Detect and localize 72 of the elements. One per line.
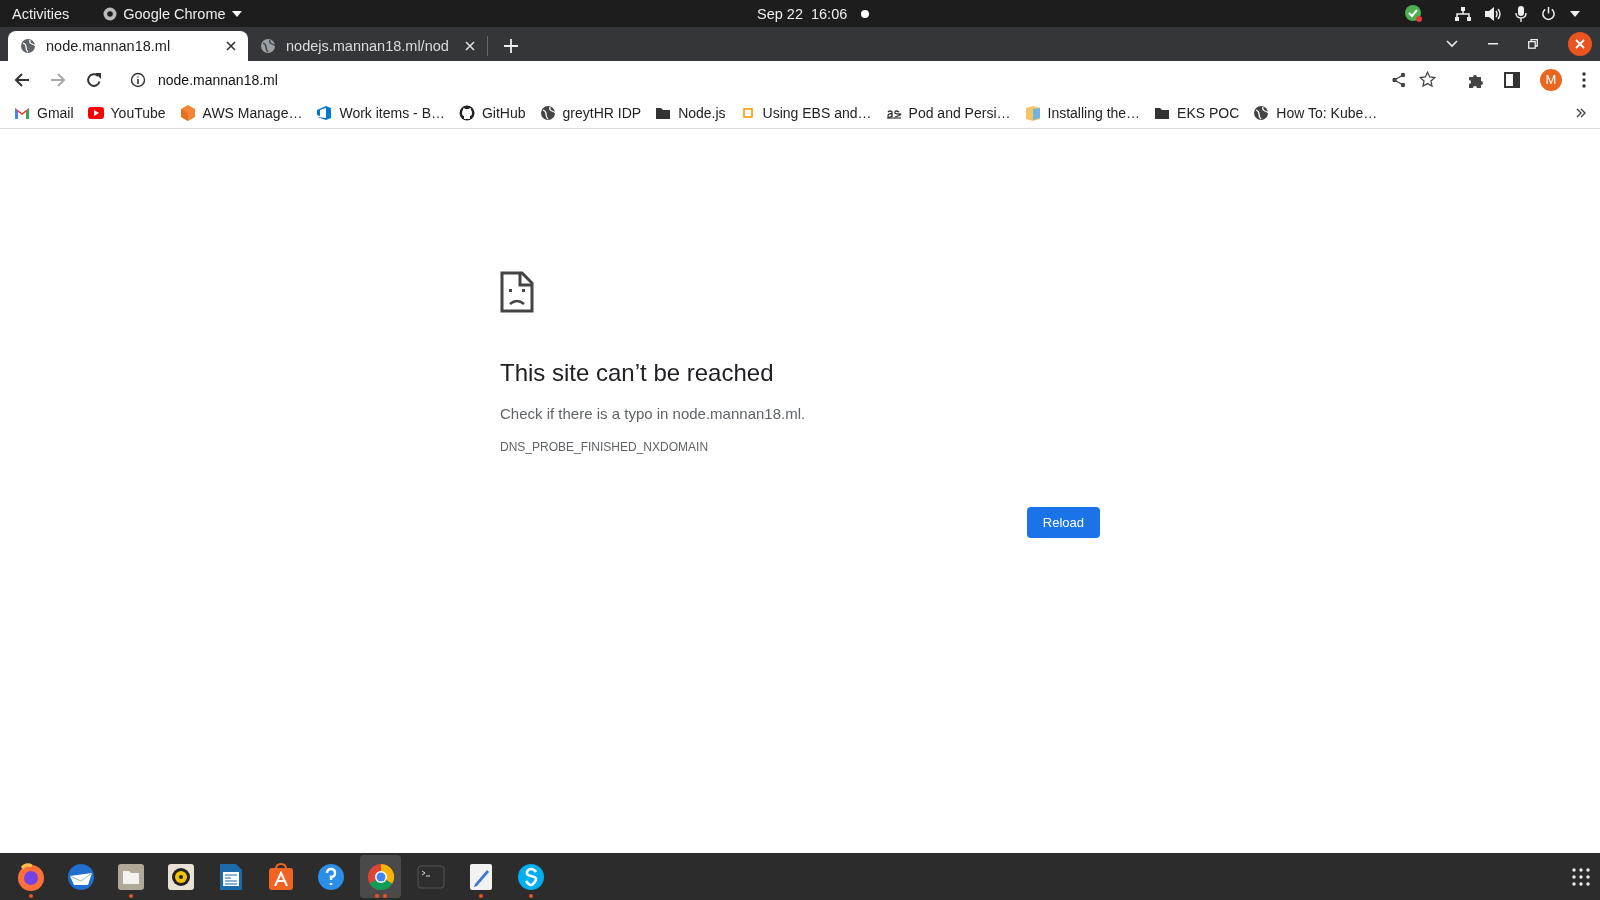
globe-icon xyxy=(260,38,276,54)
error-code: DNS_PROBE_FINISHED_NXDOMAIN xyxy=(500,440,710,454)
globe-icon xyxy=(20,38,36,54)
mail-bird-icon xyxy=(65,861,96,892)
sad-page-icon xyxy=(500,271,534,313)
globe-icon xyxy=(539,105,556,121)
bookmark-item[interactable]: AWS Manage… xyxy=(179,105,303,121)
dock-app[interactable] xyxy=(360,855,401,898)
app-logo-icon xyxy=(103,6,118,21)
mail-logo-icon xyxy=(14,105,30,121)
bookmark-item[interactable]: Using EBS and… xyxy=(739,105,872,121)
bookmark-item[interactable]: How To: Kube… xyxy=(1253,105,1378,121)
running-indicator-icon xyxy=(374,894,387,898)
notification-dot-icon xyxy=(861,9,870,18)
volume-icon[interactable] xyxy=(1485,6,1501,21)
clock-time: 16:06 xyxy=(810,5,848,22)
star-icon[interactable] xyxy=(1419,71,1436,88)
cat-logo-icon xyxy=(458,105,475,121)
browser-tab[interactable]: node.mannan18.ml xyxy=(8,31,248,61)
browser-logo-icon xyxy=(365,861,396,892)
bookmark-item[interactable]: Pod and Persi… xyxy=(885,105,1011,121)
close-icon[interactable] xyxy=(1568,32,1592,56)
new-tab-icon[interactable] xyxy=(504,39,518,53)
menu-icon[interactable] xyxy=(1582,71,1586,88)
error-heading: This site can’t be reached xyxy=(500,359,775,387)
play-logo-icon xyxy=(87,105,104,121)
bookmark-item[interactable]: Node.js xyxy=(655,105,726,121)
reload-icon[interactable] xyxy=(86,71,102,88)
bookmark-item[interactable]: Installing the… xyxy=(1024,105,1141,121)
caret-icon[interactable] xyxy=(1570,10,1580,17)
clock-date: Sep 22 xyxy=(757,5,803,22)
caret-icon xyxy=(231,10,242,17)
browser-tab[interactable]: nodejs.mannan18.ml/nod xyxy=(248,36,488,56)
more-bookmarks-icon[interactable] xyxy=(1576,108,1586,118)
share-icon[interactable] xyxy=(1391,71,1407,88)
restore-icon[interactable] xyxy=(1528,39,1538,49)
folder-icon xyxy=(655,105,672,121)
close-tab-icon[interactable] xyxy=(226,41,236,51)
chevron-down-icon[interactable] xyxy=(1446,40,1458,48)
running-indicator-icon xyxy=(28,894,33,898)
folder-icon xyxy=(1154,105,1171,121)
app-menu[interactable]: Google Chrome xyxy=(103,5,242,22)
s-logo-icon xyxy=(515,861,546,892)
bookmark-item[interactable]: greytHR IDP xyxy=(539,105,642,121)
activities-button[interactable]: Activities xyxy=(12,5,70,22)
speaker-icon xyxy=(165,861,196,892)
reload-button[interactable]: Reload xyxy=(1026,507,1100,538)
fox-globe-icon xyxy=(15,861,46,892)
folder-icon xyxy=(115,861,146,892)
globe-icon xyxy=(1253,105,1270,121)
network-icon[interactable] xyxy=(1455,6,1471,21)
microphone-icon[interactable] xyxy=(1515,5,1527,22)
minimize-icon[interactable] xyxy=(1488,43,1498,45)
cube-icon xyxy=(179,105,196,121)
shield-check-icon[interactable] xyxy=(1405,4,1423,23)
box-icon xyxy=(1024,105,1041,121)
running-indicator-icon xyxy=(478,894,483,898)
running-indicator-icon xyxy=(528,894,533,898)
error-message: Check if there is a typo in node.mannan18.ml. xyxy=(500,405,807,422)
info-icon[interactable] xyxy=(130,71,146,88)
running-indicator-icon xyxy=(128,894,133,898)
bookmark-item[interactable]: GitHub xyxy=(458,105,526,121)
bookmark-item[interactable]: YouTube xyxy=(87,105,166,121)
bookmark-item[interactable]: EKS POC xyxy=(1154,105,1240,121)
bookmark-item[interactable]: Gmail xyxy=(14,105,74,121)
bookmark-item[interactable]: Work items - B… xyxy=(316,105,445,121)
app-grid-icon[interactable] xyxy=(1572,867,1590,886)
flag-logo-icon xyxy=(316,105,333,121)
power-icon[interactable] xyxy=(1541,6,1556,21)
question-mark-icon xyxy=(315,861,346,892)
back-icon[interactable] xyxy=(14,71,30,88)
side-panel-icon[interactable] xyxy=(1504,71,1520,88)
